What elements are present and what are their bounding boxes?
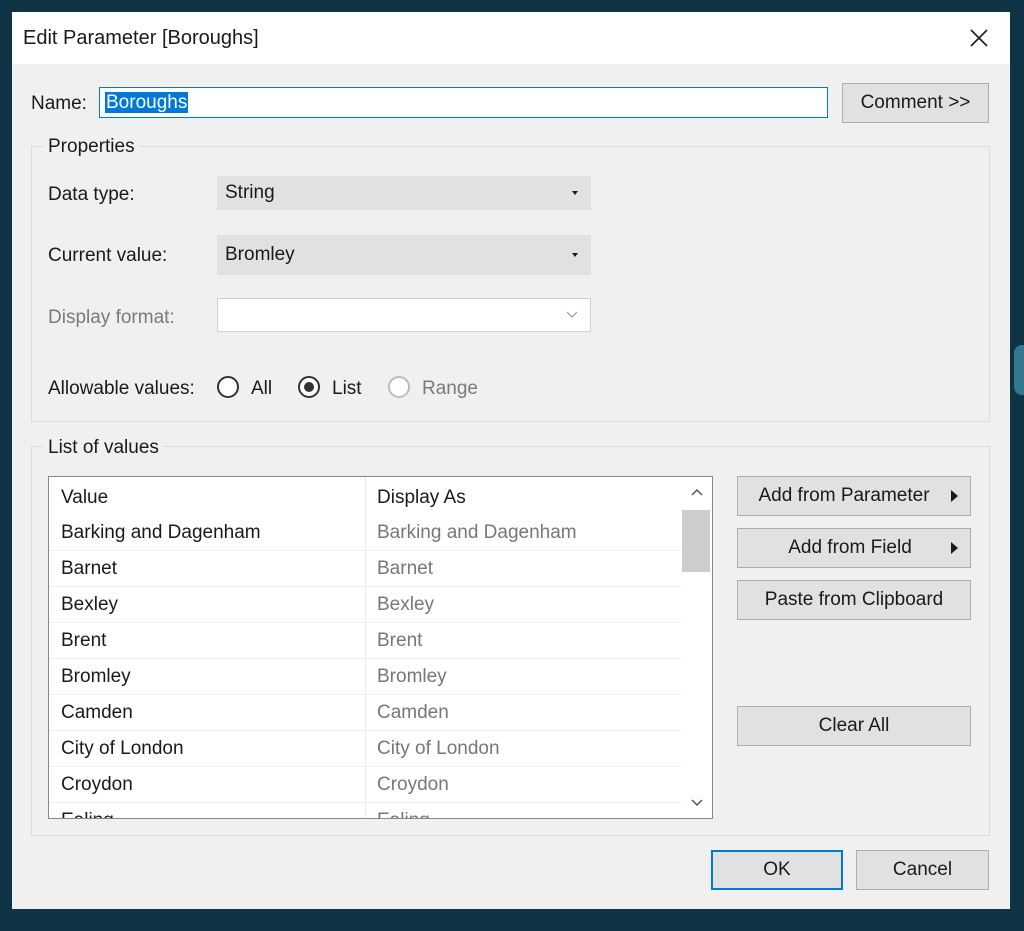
add-from-field-button[interactable]: Add from Field (737, 528, 971, 568)
row-display: Croydon (377, 774, 449, 795)
row-display: Barnet (377, 558, 433, 579)
title-bar: Edit Parameter [Boroughs] (12, 12, 1010, 64)
row-value: Croydon (61, 774, 133, 795)
dialog-title: Edit Parameter [Boroughs] (23, 27, 259, 49)
list-row[interactable]: Ealing Ealing (49, 803, 681, 818)
row-value: Barnet (61, 558, 117, 579)
column-header-value[interactable]: Value (61, 487, 108, 509)
paste-from-clipboard-button[interactable]: Paste from Clipboard (737, 580, 971, 620)
radio-range (388, 376, 410, 398)
list-row[interactable]: Bromley Bromley (49, 659, 681, 695)
row-value: Bromley (61, 666, 131, 687)
list-scrollbar[interactable] (681, 477, 712, 818)
row-display: City of London (377, 738, 500, 759)
row-display: Camden (377, 702, 449, 723)
chevron-down-icon (690, 799, 703, 807)
radio-list-label: List (332, 378, 362, 399)
scrollbar-thumb[interactable] (682, 510, 710, 572)
list-of-values-group-title: List of values (44, 437, 163, 459)
scroll-up-button[interactable] (681, 477, 712, 507)
list-row[interactable]: Croydon Croydon (49, 767, 681, 803)
radio-all[interactable] (217, 376, 239, 398)
dropdown-arrow-icon (572, 253, 578, 257)
add-from-parameter-label: Add from Parameter (758, 485, 930, 506)
chevron-up-icon (690, 488, 703, 496)
list-row[interactable]: City of London City of London (49, 731, 681, 767)
add-from-field-label: Add from Field (788, 537, 912, 558)
cancel-button[interactable]: Cancel (856, 850, 989, 890)
data-type-value: String (225, 182, 275, 203)
list-row[interactable]: Bexley Bexley (49, 587, 681, 623)
name-field-value: Boroughs (105, 92, 189, 113)
row-value: Bexley (61, 594, 119, 615)
values-list[interactable]: Value Display As Barking and Dagenham Ba… (48, 476, 713, 819)
properties-group-title: Properties (44, 136, 139, 158)
column-header-display-as[interactable]: Display As (377, 487, 466, 509)
list-row[interactable]: Brent Brent (49, 623, 681, 659)
data-type-dropdown[interactable]: String (217, 176, 591, 210)
close-icon (970, 29, 988, 47)
row-display: Barking and Dagenham (377, 522, 577, 543)
current-value-dropdown[interactable]: Bromley (217, 235, 591, 275)
row-display: Bexley (377, 594, 435, 615)
edit-parameter-dialog: Edit Parameter [Boroughs] Name: Boroughs… (12, 12, 1010, 909)
radio-list[interactable] (298, 376, 320, 398)
data-type-label: Data type: (48, 184, 135, 205)
chevron-down-icon (566, 311, 578, 318)
allowable-values-label: Allowable values: (48, 378, 195, 399)
list-row[interactable]: Camden Camden (49, 695, 681, 731)
name-label: Name: (31, 93, 87, 114)
submenu-arrow-icon (951, 490, 958, 502)
row-value: City of London (61, 738, 184, 759)
list-row[interactable]: Barking and Dagenham Barking and Dagenha… (49, 515, 681, 551)
close-button[interactable] (956, 18, 1002, 58)
name-field[interactable]: Boroughs (99, 87, 828, 118)
ok-button[interactable]: OK (711, 850, 843, 890)
row-display: Bromley (377, 666, 447, 687)
list-row[interactable]: Barnet Barnet (49, 551, 681, 587)
comment-button[interactable]: Comment >> (842, 83, 989, 123)
row-display: Ealing (377, 810, 430, 818)
dropdown-arrow-icon (572, 191, 578, 195)
row-value: Brent (61, 630, 107, 651)
row-value: Ealing (61, 810, 114, 818)
display-format-label: Display format: (48, 307, 175, 328)
row-value: Barking and Dagenham (61, 522, 261, 543)
current-value-label: Current value: (48, 245, 168, 266)
radio-range-label: Range (422, 378, 478, 399)
radio-all-label: All (251, 378, 273, 399)
desktop-background-shape (1014, 345, 1024, 395)
current-value-value: Bromley (225, 244, 295, 265)
scroll-down-button[interactable] (681, 788, 712, 818)
add-from-parameter-button[interactable]: Add from Parameter (737, 476, 971, 516)
submenu-arrow-icon (951, 542, 958, 554)
display-format-dropdown (217, 298, 591, 332)
clear-all-button[interactable]: Clear All (737, 706, 971, 746)
row-display: Brent (377, 630, 423, 651)
row-value: Camden (61, 702, 133, 723)
